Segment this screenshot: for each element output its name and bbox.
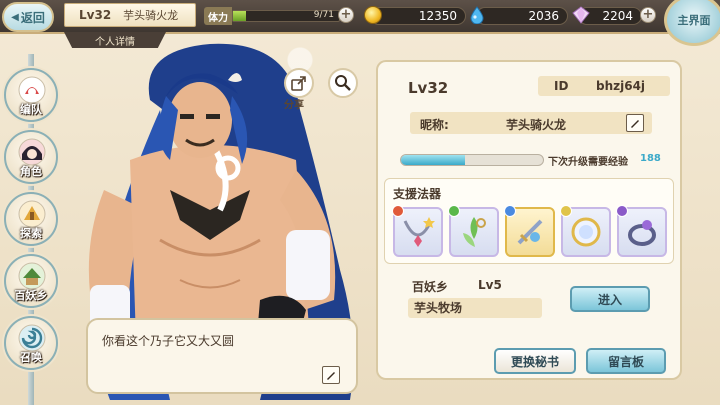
summon-icon: [18, 324, 46, 352]
change-secretary-label: 更换秘书: [510, 354, 559, 369]
spirit-counter: 2036: [476, 7, 568, 25]
necklace-artifact-icon: [403, 217, 435, 247]
back-button-label: 返回: [20, 10, 45, 25]
message-board-label: 留言板: [607, 354, 644, 369]
artifact-slot-1[interactable]: [392, 205, 443, 257]
sidebar-item-label: 探索: [20, 227, 42, 240]
top-bar: ◀ 返回 Lv32 芋头骑火龙 体力 9/71 + 12350 2036 220…: [0, 0, 720, 46]
main-menu-label: 主界面: [677, 14, 711, 27]
stamina-fill: [233, 11, 247, 21]
sidebar-item-explore[interactable]: 探索: [4, 192, 58, 246]
stamina-label: 体力: [204, 7, 232, 25]
change-secretary-button[interactable]: 更换秘书: [494, 348, 576, 374]
sidebar: 编队 角色 探索 百妖乡 召唤: [0, 54, 62, 405]
profile-level: Lv32: [408, 79, 449, 97]
message-board-button[interactable]: 留言板: [586, 348, 666, 374]
sidebar-item-summon[interactable]: 召唤: [4, 316, 58, 370]
magnifier-icon: [335, 75, 351, 91]
exp-progress-bar: [400, 154, 544, 166]
explore-icon: [18, 200, 46, 228]
nickname-label: 昵称:: [420, 118, 449, 132]
team-icon: [18, 76, 46, 104]
edit-speech-button[interactable]: [322, 366, 340, 384]
coin-icon: [364, 6, 382, 24]
profile-panel: Lv32 ID bhzj64j 昵称: 芋头骑火龙 下次升级需要经验 188 支…: [376, 60, 682, 380]
back-button[interactable]: ◀ 返回: [2, 2, 54, 32]
farm-name-box: 芋头牧场: [408, 298, 542, 318]
exp-label: 下次升级需要经验: [548, 157, 628, 168]
edit-nickname-button[interactable]: [626, 114, 644, 132]
sidebar-item-village[interactable]: 百妖乡: [4, 254, 58, 308]
player-id-label: ID: [554, 79, 569, 93]
element-badge-icon: [560, 205, 572, 217]
village-level: Lv5: [478, 278, 502, 292]
sidebar-item-label: 召唤: [20, 351, 42, 364]
speech-bubble: 你看这个乃子它又大又圆: [86, 318, 358, 394]
player-id-box: ID bhzj64j: [538, 76, 670, 96]
player-id-value: bhzj64j: [596, 79, 646, 93]
stamina-bar: 体力 9/71: [204, 7, 354, 25]
player-level: Lv32: [79, 8, 112, 22]
support-artifacts-title: 支援法器: [393, 187, 442, 201]
sidebar-item-label: 角色: [20, 165, 42, 178]
gem-icon: [572, 6, 590, 24]
coin-counter: 12350: [370, 7, 466, 25]
player-level-tab: Lv32 芋头骑火龙: [64, 3, 196, 27]
stamina-value: 9/71: [313, 10, 334, 20]
enter-village-button[interactable]: 进入: [570, 286, 650, 312]
character-icon: [18, 138, 46, 166]
artifact-slot-4[interactable]: [560, 205, 611, 257]
artifact-slot-3[interactable]: [504, 205, 555, 257]
player-name: 芋头骑火龙: [123, 9, 179, 22]
element-badge-icon: [616, 205, 628, 217]
sidebar-item-label: 百妖乡: [14, 289, 48, 302]
sidebar-item-team[interactable]: 编队: [4, 68, 58, 122]
enter-button-label: 进入: [597, 292, 622, 307]
artifact-slot-5[interactable]: [616, 205, 667, 257]
spirit-value: 2036: [528, 9, 559, 23]
mirror-artifact-icon: [571, 217, 601, 247]
gem-value: 2204: [602, 9, 633, 23]
sidebar-item-label: 编队: [20, 103, 42, 116]
nickname-value: 芋头骑火龙: [506, 118, 567, 132]
add-stamina-button[interactable]: +: [338, 7, 354, 23]
speech-text: 你看这个乃子它又大又圆: [102, 334, 235, 348]
pencil-icon: [327, 372, 335, 380]
ring-artifact-icon: [628, 220, 656, 246]
leaf-earring-artifact-icon: [463, 217, 486, 247]
village-name: 百妖乡: [412, 280, 449, 294]
share-icon: [291, 76, 306, 91]
share-button[interactable]: [284, 68, 314, 98]
nickname-box: 昵称: 芋头骑火龙: [410, 112, 652, 134]
element-badge-icon: [392, 205, 404, 217]
farm-name: 芋头牧场: [414, 301, 463, 315]
share-label: 分享: [284, 100, 304, 111]
support-artifacts-section: 支援法器: [384, 178, 674, 264]
element-badge-icon: [448, 205, 460, 217]
sword-artifact-icon: [517, 219, 543, 245]
coin-value: 12350: [418, 9, 457, 23]
sidebar-item-character[interactable]: 角色: [4, 130, 58, 184]
artifact-slot-2[interactable]: [448, 205, 499, 257]
spirit-drop-icon: [470, 6, 484, 24]
exp-value: 188: [640, 153, 661, 164]
village-icon: [18, 262, 46, 290]
back-arrow-icon: ◀: [11, 11, 19, 23]
pencil-icon: [631, 120, 639, 128]
zoom-button[interactable]: [328, 68, 358, 98]
exp-progress-fill: [401, 155, 465, 165]
add-gem-button[interactable]: +: [640, 7, 656, 23]
element-badge-icon: [504, 205, 516, 217]
